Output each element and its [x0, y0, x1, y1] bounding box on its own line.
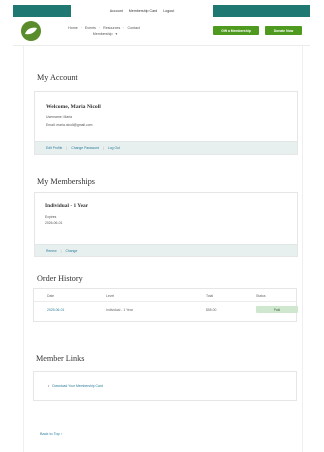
table-divider [34, 301, 296, 302]
nav-item-membership[interactable]: Membership [93, 32, 113, 36]
list-item: • Download Your Membership Card [48, 384, 103, 388]
link-separator: | [60, 248, 62, 253]
change-link[interactable]: Change [65, 249, 77, 253]
column-header-status: Status [256, 294, 266, 298]
bullet-icon: • [48, 384, 50, 388]
username-text: Username: Maria [46, 115, 73, 119]
download-card-link[interactable]: Download Your Membership Card [52, 384, 103, 388]
order-level: Individual - 1 Year [106, 308, 133, 312]
nav-item-home[interactable]: Home [68, 26, 78, 30]
column-header-total: Total [206, 294, 214, 298]
renew-link[interactable]: Renew [46, 249, 57, 253]
column-header-level: Level [106, 294, 115, 298]
member-links-card: • Download Your Membership Card [33, 371, 297, 401]
status-badge: Paid [256, 306, 298, 313]
order-date-link[interactable]: 2025-06-01 [47, 308, 64, 312]
email-text: Email: maria.nicoll@gmail.com [46, 123, 93, 127]
order-history-table: Date Level Total Status 2025-06-01 Indiv… [33, 288, 298, 322]
utility-links: Account Membership Card Logout [71, 5, 213, 17]
membership-level: Individual - 1 Year [45, 203, 89, 209]
back-to-top-link[interactable]: Back to Top ↑ [40, 432, 63, 436]
account-card: Welcome, Maria Nicoll Username: Maria Em… [34, 91, 298, 155]
expires-label: Expires [45, 215, 57, 219]
top-utility-bar: Account Membership Card Logout [13, 5, 310, 17]
leaf-logo-icon [25, 27, 37, 35]
nav-item-contact[interactable]: Contact [128, 26, 140, 30]
nav-item-events[interactable]: Events [85, 26, 96, 30]
utility-link-account[interactable]: Account [110, 9, 123, 13]
gift-membership-button[interactable]: Gift a Membership [213, 26, 259, 35]
order-total: $55.00 [206, 308, 217, 312]
main-nav: Home · Events · Resources · Contact Memb… [68, 26, 140, 36]
utility-link-membership-card[interactable]: Membership Card [129, 9, 158, 13]
log-out-link[interactable]: Log Out [108, 146, 120, 150]
utility-link-logout[interactable]: Logout [163, 9, 174, 13]
donate-button[interactable]: Donate Now [265, 26, 302, 35]
link-separator: | [103, 146, 104, 150]
change-password-link[interactable]: Change Password [71, 146, 99, 150]
my-memberships-heading: My Memberships [37, 177, 95, 186]
link-separator: | [66, 146, 68, 150]
column-header-date: Date [47, 294, 55, 298]
expires-date: 2026-06-01 [45, 221, 63, 225]
welcome-text: Welcome, Maria Nicoll [46, 104, 101, 110]
membership-card: Individual - 1 Year Expires 2026-06-01 R… [34, 192, 298, 257]
my-account-heading: My Account [37, 73, 78, 82]
site-header: Home · Events · Resources · Contact Memb… [13, 17, 310, 46]
edit-profile-link[interactable]: Edit Profile [46, 146, 62, 150]
site-logo[interactable] [21, 21, 41, 41]
member-links-heading: Member Links [36, 354, 85, 363]
nav-item-resources[interactable]: Resources [103, 26, 120, 30]
order-history-heading: Order History [37, 274, 83, 283]
account-card-footer: Edit Profile | Change Password | Log Out [35, 141, 297, 154]
membership-card-footer: Renew | Change [35, 244, 297, 256]
